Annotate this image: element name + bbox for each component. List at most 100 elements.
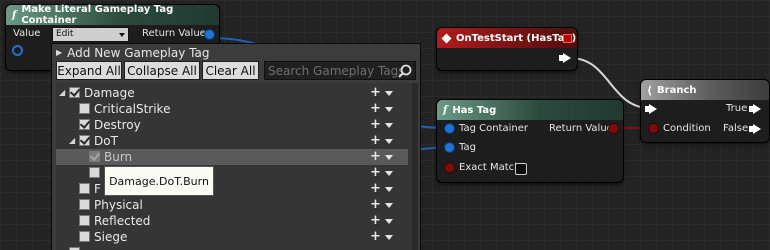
chevron-down-icon[interactable] [385,139,393,144]
tag-label: CriticalStrike [94,102,171,116]
delegate-pin-icon[interactable] [563,34,572,43]
chevron-down-icon[interactable] [385,219,393,224]
node-header: f Has Tag [437,100,623,120]
function-icon: f [12,9,17,21]
expand-arrow-icon[interactable]: ▶ [56,48,62,57]
return-value-label: Return Value [142,28,206,39]
add-subtag-icon[interactable]: + [370,229,381,245]
add-subtag-icon[interactable]: + [370,197,381,213]
condition-label: Condition [663,123,711,134]
add-subtag-icon[interactable]: + [370,133,381,149]
tree-scrollbar[interactable] [412,83,418,250]
search-icon[interactable] [397,63,413,79]
chevron-down-icon[interactable] [385,171,393,176]
add-new-tag-header[interactable]: ▶ Add New Gameplay Tag [52,44,420,61]
node-title: Make Literal Gameplay Tag Container [21,4,174,26]
value-input-pin[interactable] [12,45,23,56]
add-subtag-icon[interactable]: + [370,181,381,197]
false-label: False [723,123,749,134]
tag-tooltip: Damage.DoT.Burn [104,166,214,196]
false-exec-pin[interactable] [749,124,761,134]
gameplay-tag-picker[interactable]: ▶ Add New Gameplay Tag Expand All Collap… [52,44,420,250]
tag-row-dot[interactable]: ◢ DoT + [56,133,408,149]
add-new-tag-label: Add New Gameplay Tag [67,45,210,60]
tag-label: Physical [94,198,143,212]
chevron-down-icon[interactable] [385,187,393,192]
return-value-pin[interactable] [205,30,214,39]
tag-checkbox[interactable] [79,199,90,210]
chevron-down-icon[interactable] [385,91,393,96]
value-dropdown[interactable]: Edit [52,27,129,42]
branch-node[interactable]: ⟨ Branch True Condition False [641,80,769,142]
on-test-start-node[interactable]: OnTestStart (HasTag) [437,28,577,70]
chevron-down-icon[interactable] [385,203,393,208]
condition-pin[interactable] [649,124,658,133]
node-header: OnTestStart (HasTag) [437,28,577,48]
tag-pin[interactable] [445,143,454,152]
tag-container-pin[interactable] [445,124,454,133]
chevron-down-icon[interactable] [385,155,393,160]
tag-checkbox[interactable] [79,183,90,194]
tag-checkbox[interactable] [79,215,90,226]
tag-checkbox[interactable] [69,87,80,98]
exec-in-pin[interactable] [645,104,657,114]
tag-checkbox[interactable] [89,167,100,178]
add-subtag-icon[interactable]: + [370,117,381,133]
tag-row-physical[interactable]: Physical + [56,197,408,213]
node-title: OnTestStart (HasTag) [456,32,577,44]
event-icon [441,33,452,43]
tag-row-destroy[interactable]: Destroy + [56,117,408,133]
tag-row-damage[interactable]: ◢ Damage + [56,85,408,101]
tag-label: Damage [84,86,135,100]
collapse-all-button[interactable]: Collapse All [124,61,200,80]
tag-label: Burn [104,150,133,164]
exact-match-checkbox[interactable] [515,163,527,175]
node-title: Has Tag [452,104,497,116]
add-subtag-icon[interactable]: + [370,213,381,229]
tag-label: Destroy [94,118,141,132]
tag-checkbox[interactable] [79,135,90,146]
collapse-arrow-icon[interactable]: ◢ [69,136,75,145]
has-tag-node[interactable]: f Has Tag Tag Container Return Value Tag… [437,100,623,182]
tag-checkbox[interactable] [79,231,90,242]
tag-label: Reflected [94,214,151,228]
tag-row-burn[interactable]: Burn + [56,149,408,165]
exact-match-pin[interactable] [445,163,454,172]
chevron-down-icon [119,33,125,37]
collapse-arrow-icon[interactable]: ◢ [59,88,65,97]
tag-label: Tag [459,142,476,153]
chevron-down-icon[interactable] [385,107,393,112]
expand-all-button[interactable]: Expand All [56,61,122,80]
node-header: ⟨ Branch [641,80,769,100]
chevron-down-icon[interactable] [385,235,393,240]
true-exec-pin[interactable] [749,104,761,114]
exec-out-pin[interactable] [559,53,571,63]
add-subtag-icon[interactable]: + [370,149,381,165]
search-placeholder: Search Gameplay Tags [268,63,405,78]
add-subtag-icon[interactable]: + [370,101,381,117]
branch-icon: ⟨ [647,83,653,97]
tag-container-label: Tag Container [459,123,528,134]
add-subtag-icon[interactable]: + [370,165,381,181]
tag-label: DoT [94,134,118,148]
tag-checkbox[interactable] [79,103,90,114]
function-icon: f [443,104,448,116]
clear-all-button[interactable]: Clear All [202,61,259,80]
chevron-down-icon[interactable] [385,123,393,128]
search-input[interactable]: Search Gameplay Tags [264,61,416,80]
tag-checkbox[interactable] [89,151,100,162]
tag-row-criticalstrike[interactable]: CriticalStrike + [56,101,408,117]
return-value-label: Return Value [549,123,613,134]
tag-row-siege[interactable]: Siege + [56,229,408,245]
exact-match-label: Exact Match [459,162,521,173]
add-subtag-icon[interactable]: + [370,85,381,101]
node-title: Branch [657,84,697,96]
tag-row-reflected[interactable]: Reflected + [56,213,408,229]
tag-row-partial[interactable] [56,245,408,250]
return-value-pin[interactable] [609,124,618,133]
value-dropdown-text: Edit [56,29,74,39]
value-pin-label: Value [13,28,41,39]
tag-checkbox[interactable] [79,119,90,130]
node-header: f Make Literal Gameplay Tag Container [6,4,219,26]
tag-label: F [94,182,101,196]
